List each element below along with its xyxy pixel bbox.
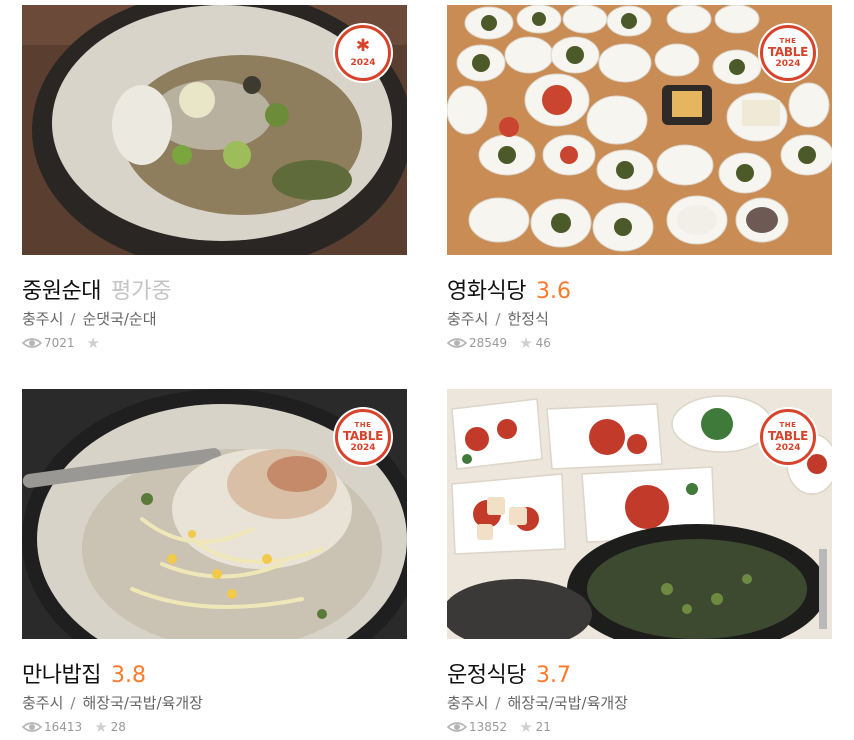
restaurant-stats: 16413 ★ 28 bbox=[22, 719, 126, 735]
star-icon: ★ bbox=[94, 717, 108, 736]
badge-line1: THE bbox=[779, 36, 797, 45]
the-table-badge: THE TABLE 2024 bbox=[760, 409, 816, 465]
badge-year: 2024 bbox=[350, 58, 376, 68]
eye-icon bbox=[22, 722, 42, 732]
eye-icon bbox=[447, 722, 467, 732]
region-label: 충주시 bbox=[447, 694, 489, 712]
eye-icon bbox=[447, 338, 467, 348]
star-icon: ★ bbox=[86, 333, 100, 352]
category-label: 해장국/국밥/육개장 bbox=[507, 694, 628, 712]
title-row: 중원순대 평가중 bbox=[22, 273, 172, 307]
restaurant-name[interactable]: 영화식당 bbox=[447, 273, 526, 305]
asterisk-emblem-icon: ✱ bbox=[355, 36, 371, 56]
region-label: 충주시 bbox=[447, 310, 489, 328]
category-label: 해장국/국밥/육개장 bbox=[82, 694, 203, 712]
region-label: 충주시 bbox=[22, 694, 64, 712]
region-label: 충주시 bbox=[22, 310, 64, 328]
restaurant-photo[interactable]: THE TABLE 2024 bbox=[22, 389, 407, 639]
restaurant-card[interactable]: THE TABLE 2024 운정식당 3.7 충주시 / 해장국/국밥/육개장 1… bbox=[447, 389, 832, 739]
meta-separator: / bbox=[495, 310, 501, 328]
meta-separator: / bbox=[70, 694, 76, 712]
restaurant-meta: 충주시 / 순댓국/순대 bbox=[22, 308, 157, 329]
meta-separator: / bbox=[70, 310, 76, 328]
restaurant-meta: 충주시 / 한정식 bbox=[447, 308, 549, 329]
restaurant-score: 3.7 bbox=[535, 663, 571, 688]
the-table-badge: THE TABLE 2024 bbox=[760, 25, 816, 81]
star-count: 46 bbox=[535, 336, 551, 350]
award-badge: ✱ 2024 bbox=[335, 25, 391, 81]
category-label: 순댓국/순대 bbox=[82, 310, 157, 328]
badge-line1: THE bbox=[354, 420, 372, 429]
badge-line1: THE bbox=[779, 420, 797, 429]
restaurant-card[interactable]: ✱ 2024 중원순대 평가중 충주시 / 순댓국/순대 7021 ★ bbox=[22, 5, 407, 355]
view-count: 16413 bbox=[44, 720, 83, 734]
title-row: 영화식당 3.6 bbox=[447, 273, 571, 307]
restaurant-name[interactable]: 중원순대 bbox=[22, 273, 101, 305]
badge-line2: TABLE bbox=[767, 44, 809, 59]
star-count: 28 bbox=[110, 720, 126, 734]
restaurant-meta: 충주시 / 해장국/국밥/육개장 bbox=[22, 692, 203, 713]
restaurant-photo[interactable]: THE TABLE 2024 bbox=[447, 5, 832, 255]
view-count: 13852 bbox=[469, 720, 508, 734]
restaurant-score: 3.6 bbox=[535, 279, 571, 304]
restaurant-grid: ✱ 2024 중원순대 평가중 충주시 / 순댓국/순대 7021 ★ THE … bbox=[0, 0, 854, 740]
badge-year: 2024 bbox=[350, 442, 376, 453]
restaurant-name[interactable]: 운정식당 bbox=[447, 657, 526, 689]
meta-separator: / bbox=[495, 694, 501, 712]
badge-line2: TABLE bbox=[767, 428, 809, 443]
restaurant-photo[interactable]: THE TABLE 2024 bbox=[447, 389, 832, 639]
restaurant-stats: 28549 ★ 46 bbox=[447, 335, 551, 351]
badge-line2: TABLE bbox=[342, 428, 384, 443]
badge-year: 2024 bbox=[775, 58, 801, 69]
title-row: 만나밥집 3.8 bbox=[22, 657, 146, 691]
the-table-badge: THE TABLE 2024 bbox=[335, 409, 391, 465]
restaurant-stats: 7021 ★ bbox=[22, 335, 103, 351]
restaurant-score: 3.8 bbox=[110, 663, 146, 688]
restaurant-card[interactable]: THE TABLE 2024 영화식당 3.6 충주시 / 한정식 28549 ★ … bbox=[447, 5, 832, 355]
view-count: 7021 bbox=[44, 336, 75, 350]
title-row: 운정식당 3.7 bbox=[447, 657, 571, 691]
badge-year: 2024 bbox=[775, 442, 801, 453]
restaurant-photo[interactable]: ✱ 2024 bbox=[22, 5, 407, 255]
restaurant-stats: 13852 ★ 21 bbox=[447, 719, 551, 735]
star-icon: ★ bbox=[519, 333, 533, 352]
star-icon: ★ bbox=[519, 717, 533, 736]
category-label: 한정식 bbox=[507, 310, 549, 328]
restaurant-card[interactable]: THE TABLE 2024 만나밥집 3.8 충주시 / 해장국/국밥/육개장 1… bbox=[22, 389, 407, 739]
restaurant-score: 평가중 bbox=[110, 279, 172, 304]
restaurant-meta: 충주시 / 해장국/국밥/육개장 bbox=[447, 692, 628, 713]
restaurant-name[interactable]: 만나밥집 bbox=[22, 657, 101, 689]
eye-icon bbox=[22, 338, 42, 348]
star-count: 21 bbox=[535, 720, 551, 734]
view-count: 28549 bbox=[469, 336, 508, 350]
